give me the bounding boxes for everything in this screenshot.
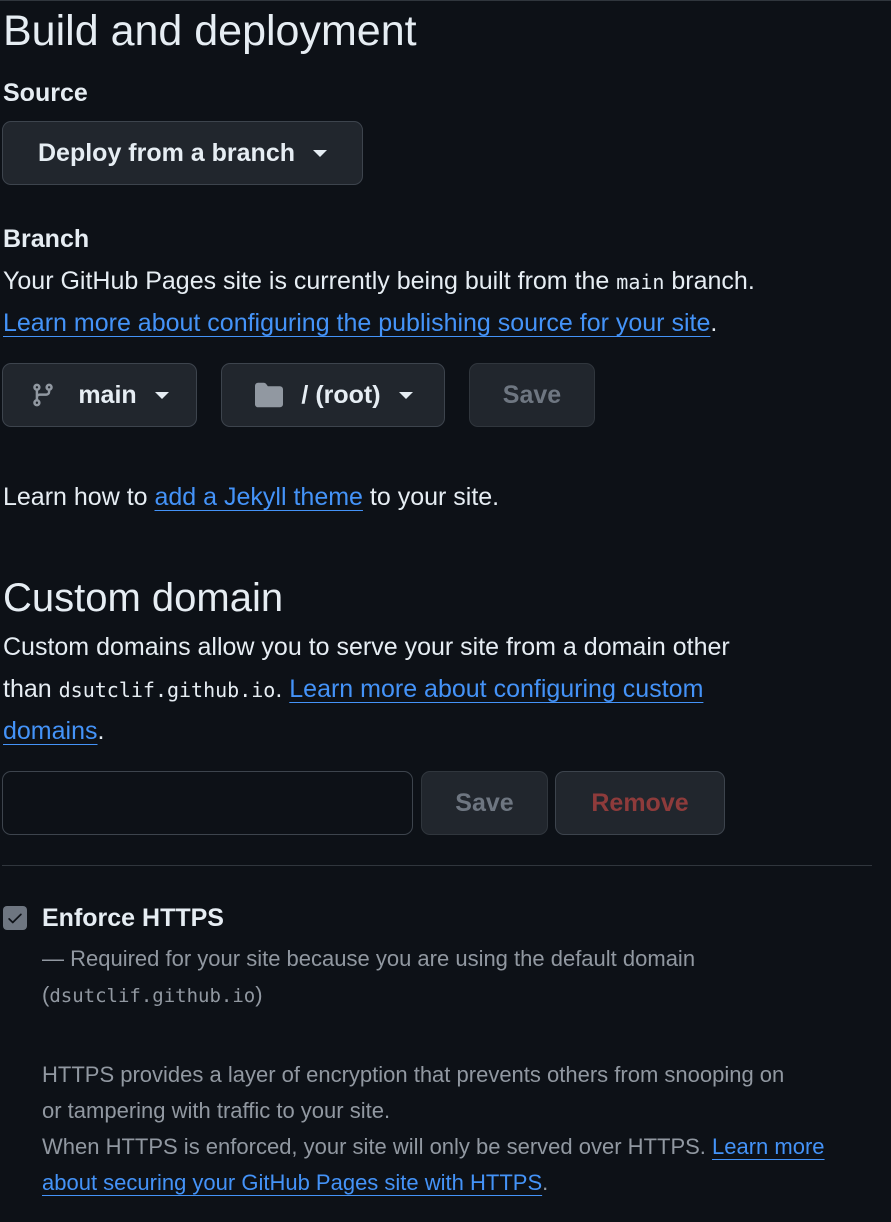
https-default-domain-code: dsutclif.github.io: [49, 985, 256, 1007]
caret-down-icon: [398, 391, 413, 399]
branch-save-button[interactable]: Save: [469, 363, 595, 427]
custom-domain-dot: .: [275, 675, 290, 703]
https-required-domain: (dsutclif.github.io): [42, 977, 263, 1014]
branch-label: Branch: [3, 225, 90, 253]
folder-icon: [255, 382, 284, 408]
enforce-https-checkbox[interactable]: [3, 906, 27, 930]
jekyll-theme-text: Learn how to add a Jekyll theme to your …: [3, 476, 499, 518]
folder-select-button[interactable]: / (root): [221, 363, 445, 427]
https-learn-more-link-cont[interactable]: about securing your GitHub Pages site wi…: [42, 1170, 542, 1195]
https-description-line3: When HTTPS is enforced, your site will o…: [42, 1129, 825, 1165]
source-select-button[interactable]: Deploy from a branch: [2, 121, 363, 185]
custom-domain-heading: Custom domain: [3, 576, 284, 620]
branch-code: main: [616, 270, 665, 294]
branch-select-button[interactable]: main: [2, 363, 197, 427]
jekyll-theme-text-end: to your site.: [362, 483, 500, 511]
publishing-source-learn-more-link[interactable]: Learn more about configuring the publish…: [3, 309, 710, 337]
build-deployment-heading: Build and deployment: [3, 7, 417, 55]
branch-description: Your GitHub Pages site is currently bein…: [3, 260, 755, 303]
custom-domain-input[interactable]: [2, 771, 413, 835]
jekyll-theme-text-start: Learn how to: [3, 483, 155, 511]
custom-domain-learn-more-link[interactable]: Learn more about configuring custom: [289, 675, 703, 703]
source-label: Source: [3, 79, 88, 107]
jekyll-theme-link[interactable]: add a Jekyll theme: [155, 483, 363, 511]
caret-down-icon: [154, 391, 169, 399]
custom-domain-save-button[interactable]: Save: [421, 771, 548, 835]
default-domain-code: dsutclif.github.io: [58, 678, 276, 702]
custom-domain-than: than: [3, 675, 59, 703]
https-learn-more-link[interactable]: Learn more: [712, 1134, 825, 1159]
https-enforced-text: When HTTPS is enforced, your site will o…: [42, 1134, 713, 1159]
check-icon: [8, 913, 22, 924]
folder-select-label: / (root): [301, 380, 381, 409]
branch-description-text: Your GitHub Pages site is currently bein…: [3, 267, 617, 295]
https-period: .: [542, 1170, 549, 1195]
https-description-line2: or tampering with traffic to your site.: [42, 1098, 391, 1123]
source-select-label: Deploy from a branch: [38, 138, 295, 167]
custom-domain-period: .: [97, 717, 105, 745]
https-description-line1: HTTPS provides a layer of encryption tha…: [42, 1062, 785, 1087]
branch-select-label: main: [78, 380, 137, 409]
section-divider: [2, 865, 872, 866]
custom-domain-description-line1: Custom domains allow you to serve your s…: [3, 633, 730, 661]
custom-domain-remove-button[interactable]: Remove: [555, 771, 725, 835]
custom-domain-learn-more-link-cont[interactable]: domains: [3, 717, 98, 745]
https-description-line4: about securing your GitHub Pages site wi…: [42, 1165, 548, 1201]
git-branch-icon: [33, 383, 54, 407]
publishing-source-learn-more-period: .: [710, 309, 718, 337]
custom-domain-description-line2: than dsutclif.github.io. Learn more abou…: [3, 668, 703, 711]
enforce-https-label: Enforce HTTPS: [42, 904, 224, 932]
caret-down-icon: [313, 149, 327, 157]
custom-domain-description-line3: domains.: [3, 710, 104, 752]
paren-close: ): [255, 982, 263, 1007]
https-required-text: — Required for your site because you are…: [42, 946, 696, 971]
branch-description-text-end: branch.: [664, 267, 755, 295]
publishing-source-learn-more: Learn more about configuring the publish…: [3, 302, 717, 344]
